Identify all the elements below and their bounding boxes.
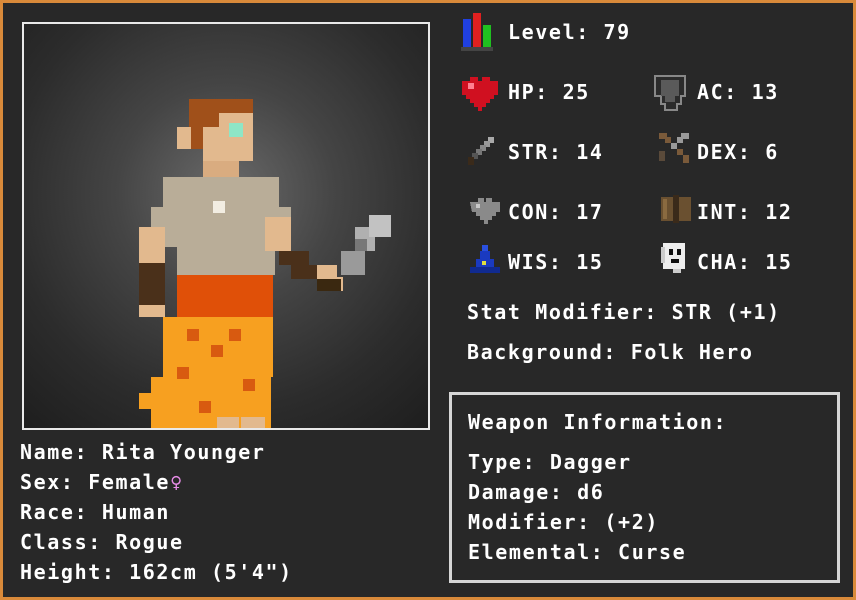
female-symbol-icon: ♀ <box>170 470 184 494</box>
wizard-hat-icon <box>470 245 500 273</box>
wis-stat: WIS: 15 <box>508 250 604 274</box>
character-class: Class: Rogue <box>20 530 184 554</box>
con-stat: CON: 17 <box>508 200 604 224</box>
level-stat: Level: 79 <box>508 20 631 44</box>
hp-value: 25 <box>562 80 590 104</box>
character-name: Name: Rita Younger <box>20 440 266 464</box>
wis-label: WIS: <box>508 250 563 274</box>
dex-value: 6 <box>765 140 779 164</box>
level-value: 79 <box>603 20 631 44</box>
str-label: STR: <box>508 140 563 164</box>
character-portrait <box>22 22 430 430</box>
ac-stat: AC: 13 <box>697 80 779 104</box>
cha-label: CHA: <box>697 250 752 274</box>
int-value: 12 <box>765 200 793 224</box>
character-sex-text: Sex: Female <box>20 470 171 494</box>
weapon-damage: Damage: d6 <box>468 480 605 504</box>
level-label: Level: <box>508 20 590 44</box>
character-sheet-frame: Name: Rita Younger Sex: Female♀ Race: Hu… <box>0 0 856 600</box>
character-race: Race: Human <box>20 500 171 524</box>
hp-label: HP: <box>508 80 549 104</box>
ac-value: 13 <box>751 80 779 104</box>
book-icon <box>661 195 691 223</box>
character-height: Height: 162cm (5'4") <box>20 560 293 584</box>
int-label: INT: <box>697 200 752 224</box>
grey-heart-icon <box>470 198 500 224</box>
mask-icon <box>661 243 685 273</box>
weapon-modifier: Modifier: (+2) <box>468 510 659 534</box>
ac-label: AC: <box>697 80 738 104</box>
hp-stat: HP: 25 <box>508 80 590 104</box>
con-label: CON: <box>508 200 563 224</box>
shield-icon <box>654 75 686 111</box>
cha-stat: CHA: 15 <box>697 250 793 274</box>
dex-label: DEX: <box>697 140 752 164</box>
str-stat: STR: 14 <box>508 140 604 164</box>
sword-icon <box>468 137 494 165</box>
background: Background: Folk Hero <box>467 340 754 364</box>
cha-value: 15 <box>765 250 793 274</box>
weapon-elemental: Elemental: Curse <box>468 540 687 564</box>
int-stat: INT: 12 <box>697 200 793 224</box>
wis-value: 15 <box>576 250 604 274</box>
con-value: 17 <box>576 200 604 224</box>
weapon-type: Type: Dagger <box>468 450 632 474</box>
stat-modifier: Stat Modifier: STR (+1) <box>467 300 781 324</box>
character-sex: Sex: Female♀ <box>20 470 184 494</box>
heart-icon <box>462 77 498 111</box>
str-value: 14 <box>576 140 604 164</box>
level-bars-icon <box>461 13 493 51</box>
dex-stat: DEX: 6 <box>697 140 779 164</box>
character-sprite <box>139 99 391 428</box>
bow-icon <box>659 133 689 163</box>
weapon-title: Weapon Information: <box>468 410 728 434</box>
